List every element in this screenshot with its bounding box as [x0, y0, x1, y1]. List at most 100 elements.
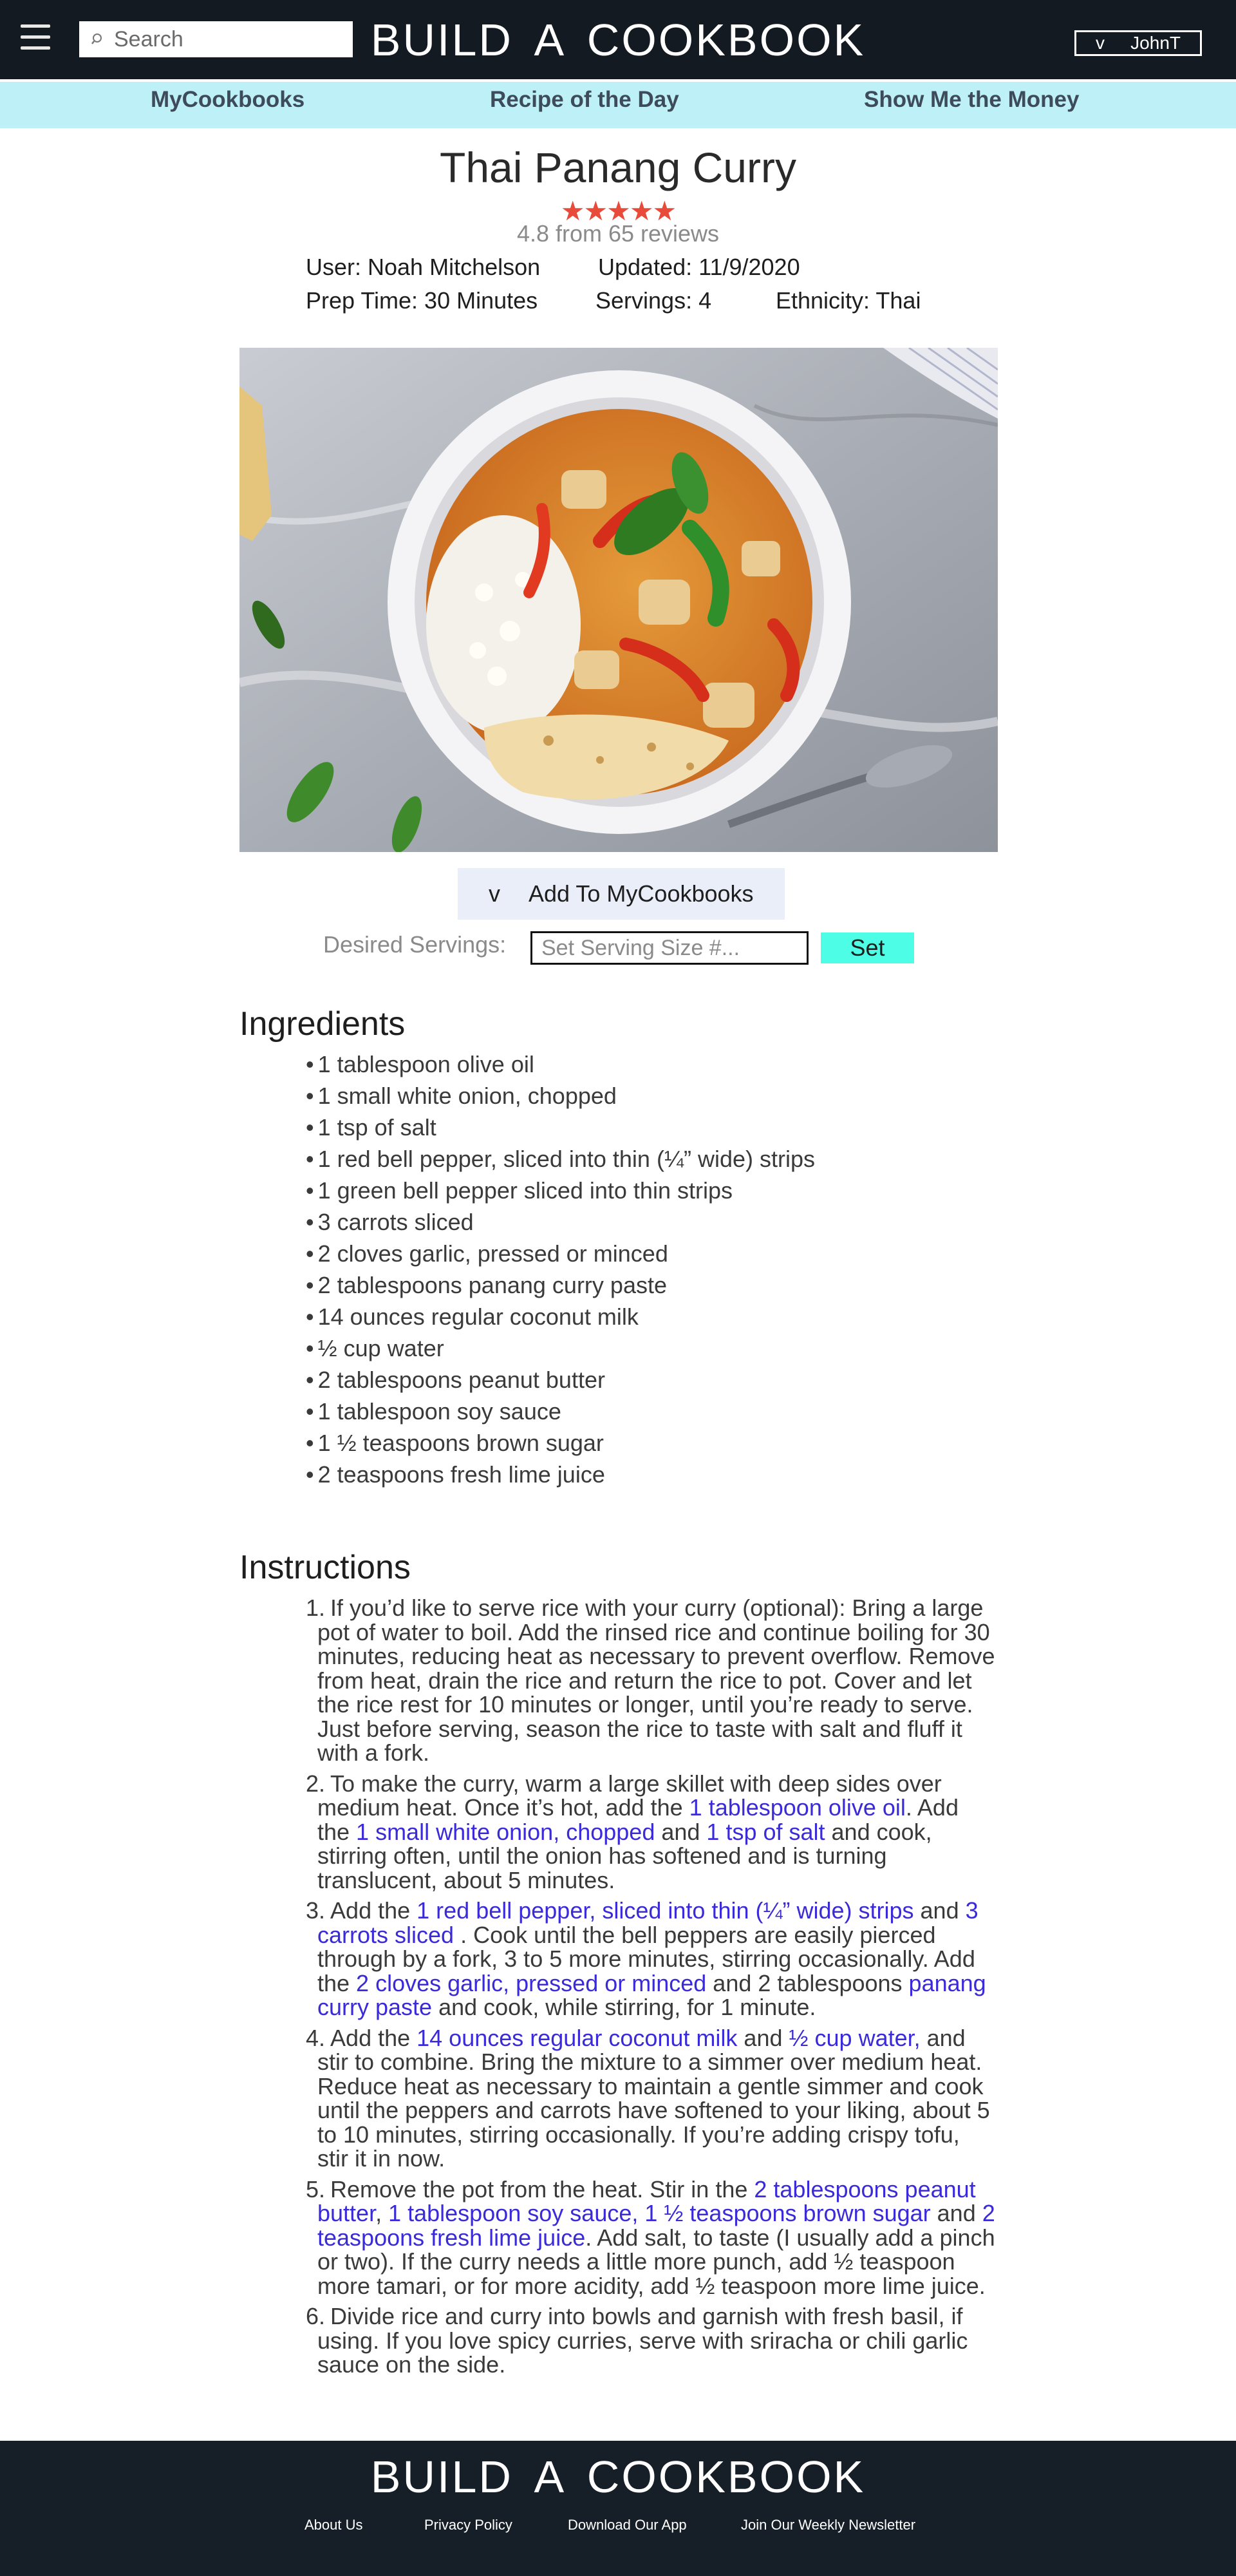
instructions-list: 1. If you’d like to serve rice with your … [306, 1596, 1007, 2383]
recipe-ethnicity: Ethnicity: Thai [776, 287, 921, 314]
nav-item-mycookbooks[interactable]: MyCookbooks [151, 87, 304, 113]
rating-summary: 4.8 from 65 reviews [516, 220, 720, 247]
footer-link-privacy-policy[interactable]: Privacy Policy [424, 2517, 512, 2533]
instruction-text: the [317, 1969, 357, 1996]
ingredient-link[interactable]: teaspoons fresh lime juice [317, 2224, 585, 2251]
ingredient-item: 14 ounces regular coconut milk [306, 1301, 815, 1332]
instruction-text: pot of water to boil. Add the rinsed ric… [317, 1618, 990, 1645]
instruction-text: stir to combine. Bring the mixture to a … [317, 2049, 982, 2075]
instruction-step: 5. Remove the pot from the heat. Stir in … [306, 2177, 1007, 2298]
chevron-down-icon: v [1096, 33, 1105, 53]
recipe-photo [239, 348, 998, 852]
ingredient-link[interactable]: panang [909, 1970, 986, 1996]
ingredient-item: 3 carrots sliced [306, 1206, 815, 1238]
instruction-text: . Cook until the bell peppers are easily… [454, 1921, 936, 1948]
ingredient-item: 1 small white onion, chopped [306, 1080, 815, 1112]
step-number: 2. [306, 1770, 326, 1797]
instruction-text: Add the [330, 1897, 417, 1924]
instruction-text: Just before serving, season the rice to … [317, 1715, 962, 1742]
ingredient-link[interactable]: 1 tablespoon olive oil [689, 1794, 906, 1821]
instruction-text: and [913, 1897, 966, 1924]
ingredient-item: 1 tablespoon soy sauce [306, 1396, 815, 1427]
ingredient-item: 1 tablespoon olive oil [306, 1048, 815, 1080]
hamburger-menu-icon[interactable] [21, 24, 50, 50]
instruction-text: stir it in now. [317, 2145, 445, 2172]
ingredient-link[interactable]: curry paste [317, 1994, 432, 2020]
chevron-down-icon: v [489, 880, 500, 907]
instruction-step: 4. Add the 14 ounces regular coconut milk… [306, 2024, 1007, 2172]
instruction-text: to 10 minutes, stirring occasionally. If… [317, 2121, 960, 2148]
instruction-text: Add the [330, 2024, 417, 2051]
search-input[interactable] [113, 26, 347, 53]
ingredient-link[interactable]: 14 ounces regular coconut milk [417, 2025, 737, 2051]
instruction-text: medium heat. Once it’s hot, add the [317, 1794, 689, 1821]
ingredients-list: 1 tablespoon olive oil1 small white onio… [306, 1048, 815, 1490]
ingredient-item: ½ cup water [306, 1332, 815, 1364]
set-servings-button[interactable]: Set [821, 933, 914, 963]
recipe-updated-date: Updated: 11/9/2020 [598, 254, 800, 280]
instruction-step: 6. Divide rice and curry into bowls and g… [306, 2304, 1007, 2377]
instruction-text: and [930, 2200, 982, 2226]
instruction-text: from heat, drain the rice and return the… [317, 1667, 972, 1694]
footer-link-newsletter[interactable]: Join Our Weekly Newsletter [741, 2517, 915, 2533]
ingredient-link[interactable]: 1 tablespoon soy sauce, 1 ½ teaspoons br… [388, 2200, 931, 2226]
search-icon [91, 33, 102, 44]
step-number: 1. [306, 1595, 326, 1621]
add-to-mycookbooks-label: Add To MyCookbooks [529, 880, 754, 907]
instruction-text: through by a fork, 3 to 5 more minutes, … [317, 1946, 975, 1972]
recipe-servings: Servings: 4 [595, 287, 712, 314]
add-to-mycookbooks-button[interactable]: v Add To MyCookbooks [458, 868, 785, 920]
user-name: JohnT [1130, 33, 1181, 53]
instruction-text: . Add [905, 1794, 959, 1821]
ingredients-heading: Ingredients [239, 1005, 406, 1043]
ingredient-link[interactable]: 2 tablespoons peanut [754, 2176, 975, 2202]
instruction-text: the [317, 1818, 357, 1845]
footer-link-about-us[interactable]: About Us [304, 2517, 363, 2533]
main-nav: MyCookbooks Recipe of the Day Show Me th… [0, 79, 1236, 128]
instruction-text: the rice rest for 10 minutes or longer, … [317, 1691, 973, 1718]
ingredient-link[interactable]: 2 cloves garlic, pressed or minced [356, 1970, 706, 1996]
instruction-text: Remove the pot from the heat. Stir in th… [330, 2175, 754, 2202]
instruction-text: and 2 tablespoons [706, 1969, 909, 1996]
instruction-text: sauce on the side. [317, 2351, 506, 2378]
step-number: 3. [306, 1897, 326, 1924]
ingredient-link[interactable]: 1 tsp of salt [706, 1819, 825, 1845]
desired-servings-label: Desired Servings: [323, 931, 507, 958]
instruction-step: 2. To make the curry, warm a large skille… [306, 1770, 1007, 1893]
instruction-text: , [375, 2200, 389, 2226]
ingredient-item: 1 red bell pepper, sliced into thin (¼” … [306, 1143, 815, 1175]
ingredient-item: 1 green bell pepper sliced into thin str… [306, 1175, 815, 1206]
ingredient-link[interactable]: 1 small white onion, chopped [356, 1819, 655, 1845]
instruction-text: minutes, reducing heat as necessary to p… [317, 1643, 995, 1669]
user-dropdown[interactable]: v JohnT [1074, 30, 1202, 56]
serving-size-input[interactable] [530, 931, 809, 965]
nav-item-recipe-of-the-day[interactable]: Recipe of the Day [490, 87, 679, 113]
ingredient-link[interactable]: 2 [982, 2200, 995, 2226]
step-number: 4. [306, 2024, 326, 2051]
footer: BUILD A COOKBOOK About Us Privacy Policy… [0, 2441, 1236, 2576]
instruction-text: . Add salt, to taste (I usually add a pi… [585, 2224, 995, 2251]
step-number: 5. [306, 2175, 326, 2202]
instruction-text: and cook, while stirring, for 1 minute. [432, 1994, 816, 2020]
instruction-step: 3. Add the 1 red bell pepper, sliced into… [306, 1899, 1007, 2020]
instruction-text: until the peppers and carrots have softe… [317, 2097, 990, 2123]
instruction-text: translucent, about 5 minutes. [317, 1866, 615, 1893]
ingredient-link[interactable]: ½ cup water, [789, 2025, 921, 2051]
instruction-text: or two). If the curry needs a little mor… [317, 2248, 955, 2275]
ingredient-link[interactable]: 3 [966, 1897, 979, 1924]
recipe-author: User: Noah Mitchelson [306, 254, 541, 280]
instruction-text: stirring often, until the onion has soft… [317, 1842, 887, 1869]
instruction-text: with a fork. [317, 1739, 430, 1766]
footer-link-download-app[interactable]: Download Our App [568, 2517, 687, 2533]
recipe-title: Thai Panang Curry [440, 144, 796, 191]
ingredient-item: 1 ½ teaspoons brown sugar [306, 1427, 815, 1459]
ingredient-link[interactable]: butter [317, 2200, 375, 2226]
ingredient-link[interactable]: 1 red bell pepper, sliced into thin (¼” … [417, 1897, 913, 1924]
nav-item-show-me-the-money[interactable]: Show Me the Money [864, 87, 1079, 113]
instruction-text: Divide rice and curry into bowls and gar… [330, 2303, 963, 2329]
footer-site-title: BUILD A COOKBOOK [370, 2452, 866, 2502]
search-bar[interactable] [79, 21, 353, 57]
ingredient-link[interactable]: carrots sliced [317, 1922, 454, 1948]
recipe-prep-time: Prep Time: 30 Minutes [306, 287, 538, 314]
ingredient-item: 2 tablespoons peanut butter [306, 1364, 815, 1396]
